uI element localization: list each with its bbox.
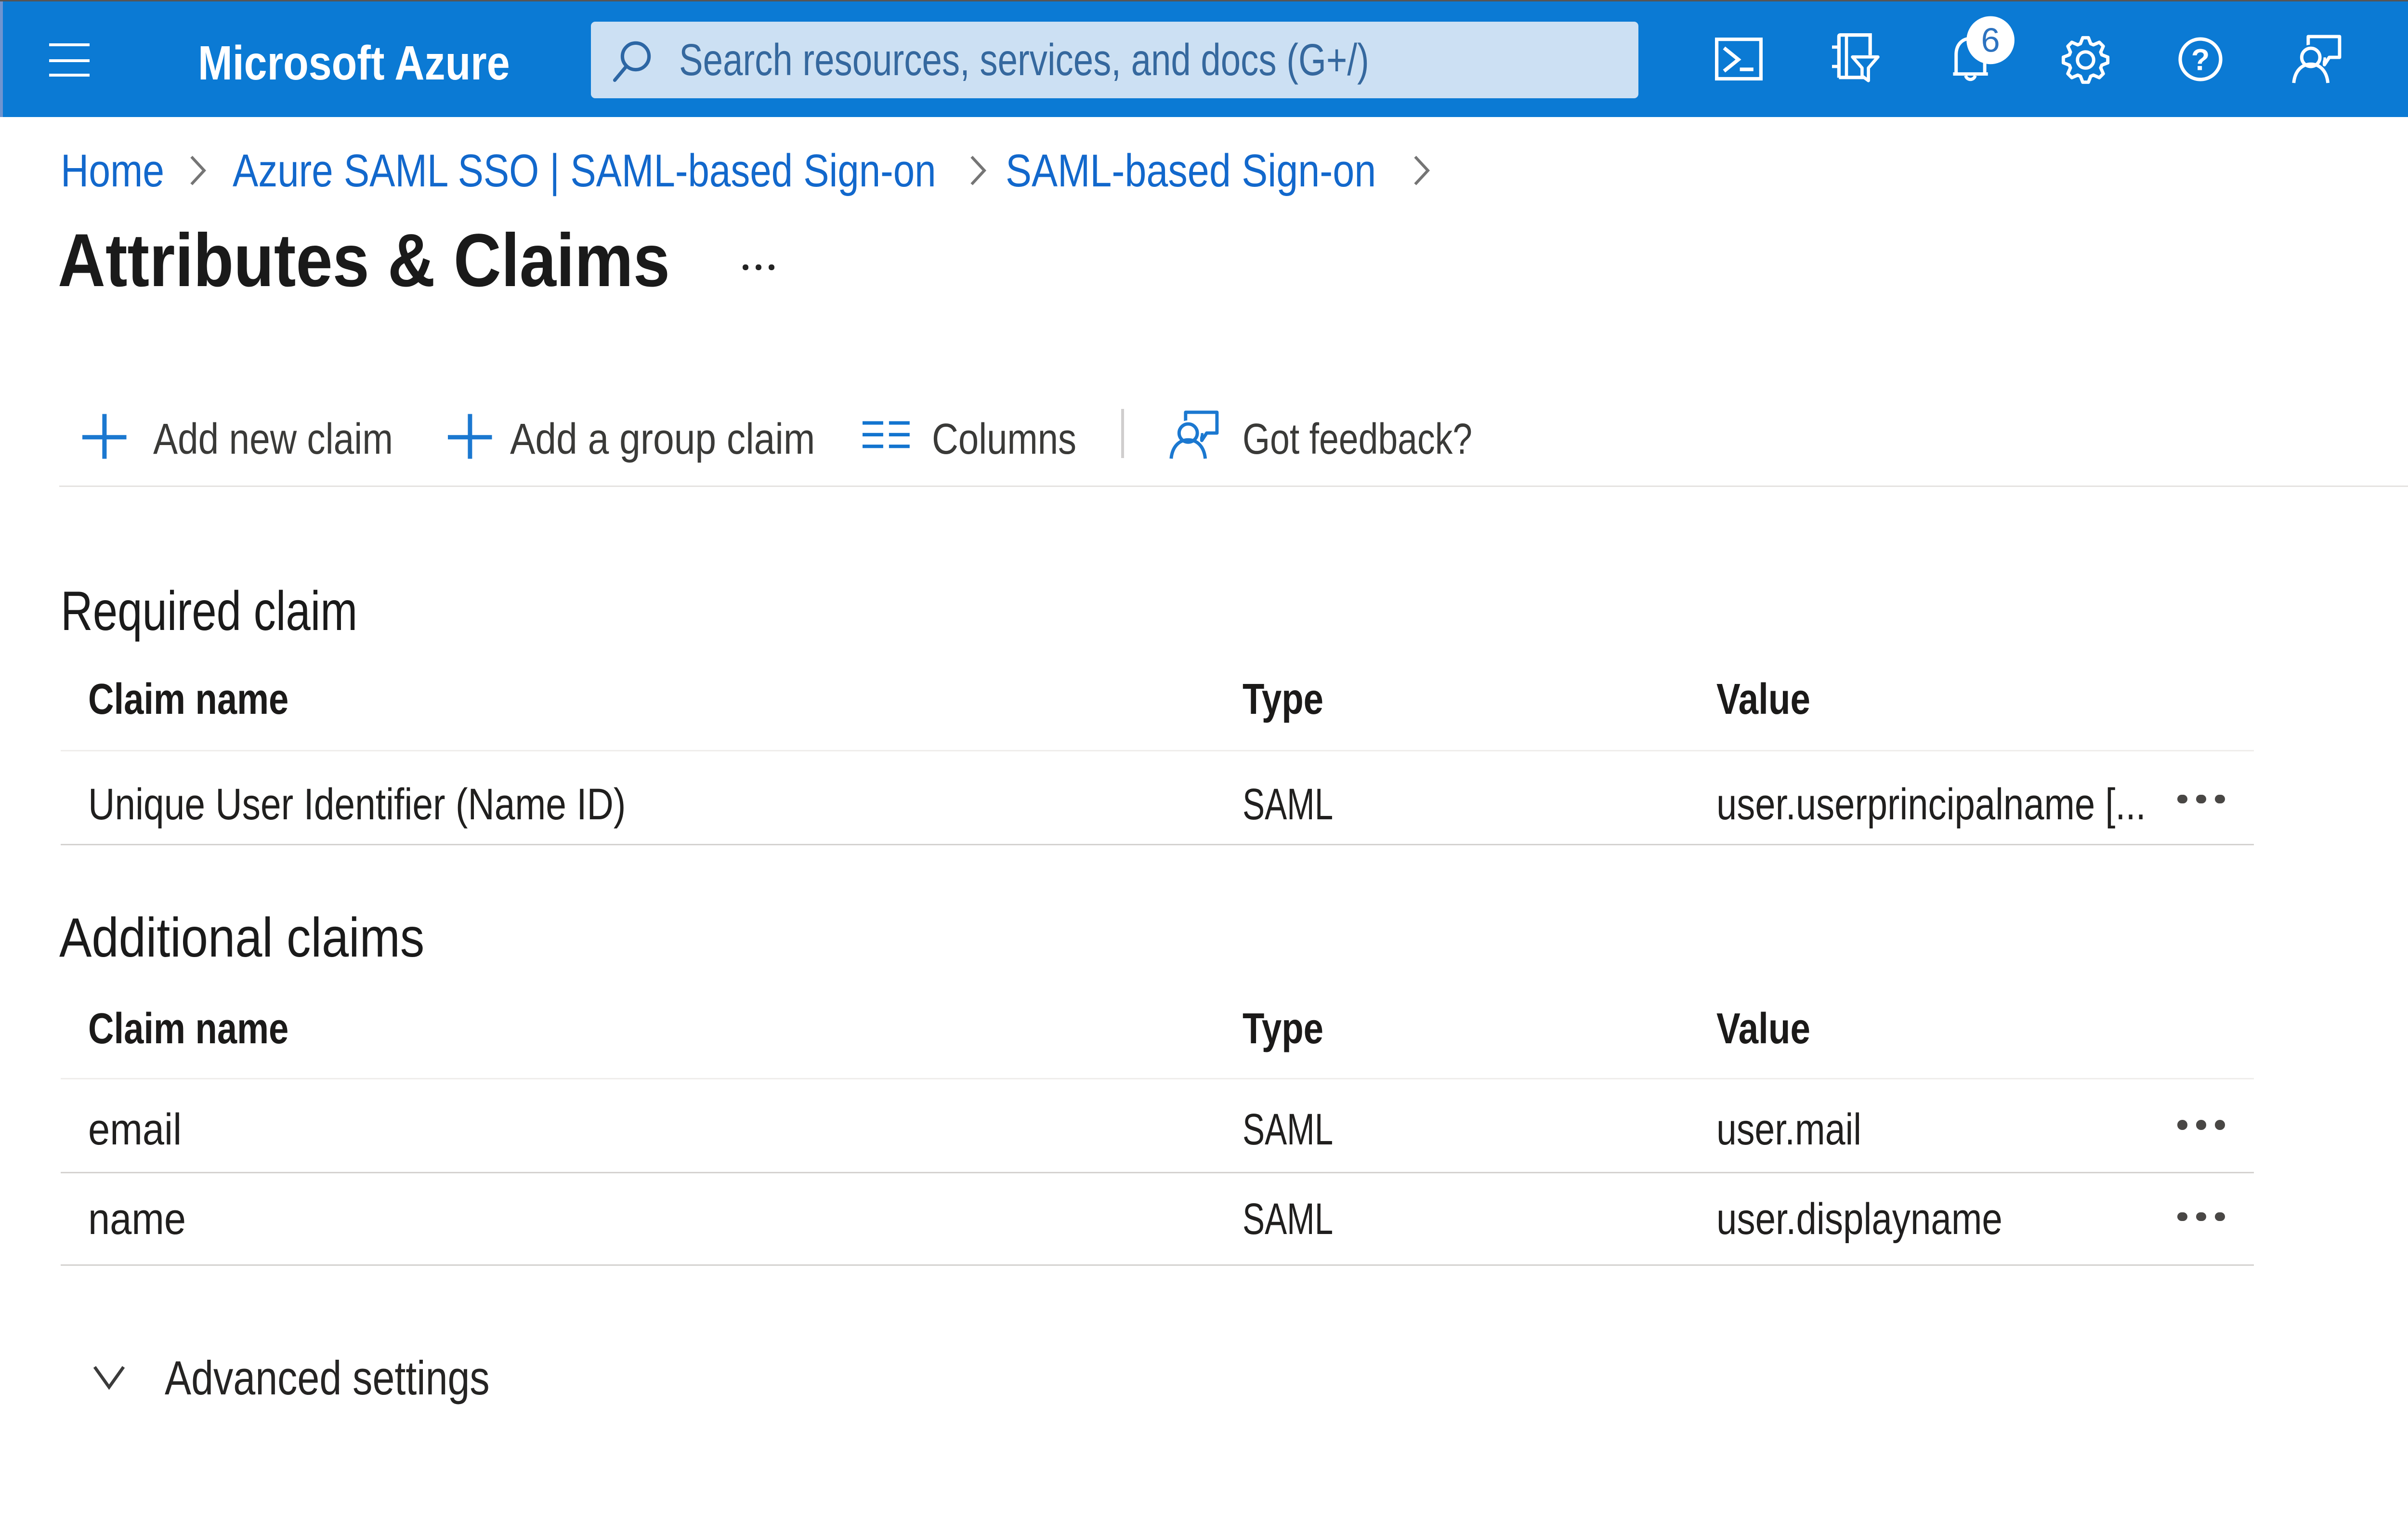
- svg-text:?: ?: [2191, 43, 2210, 77]
- svg-text:6: 6: [1981, 21, 2000, 59]
